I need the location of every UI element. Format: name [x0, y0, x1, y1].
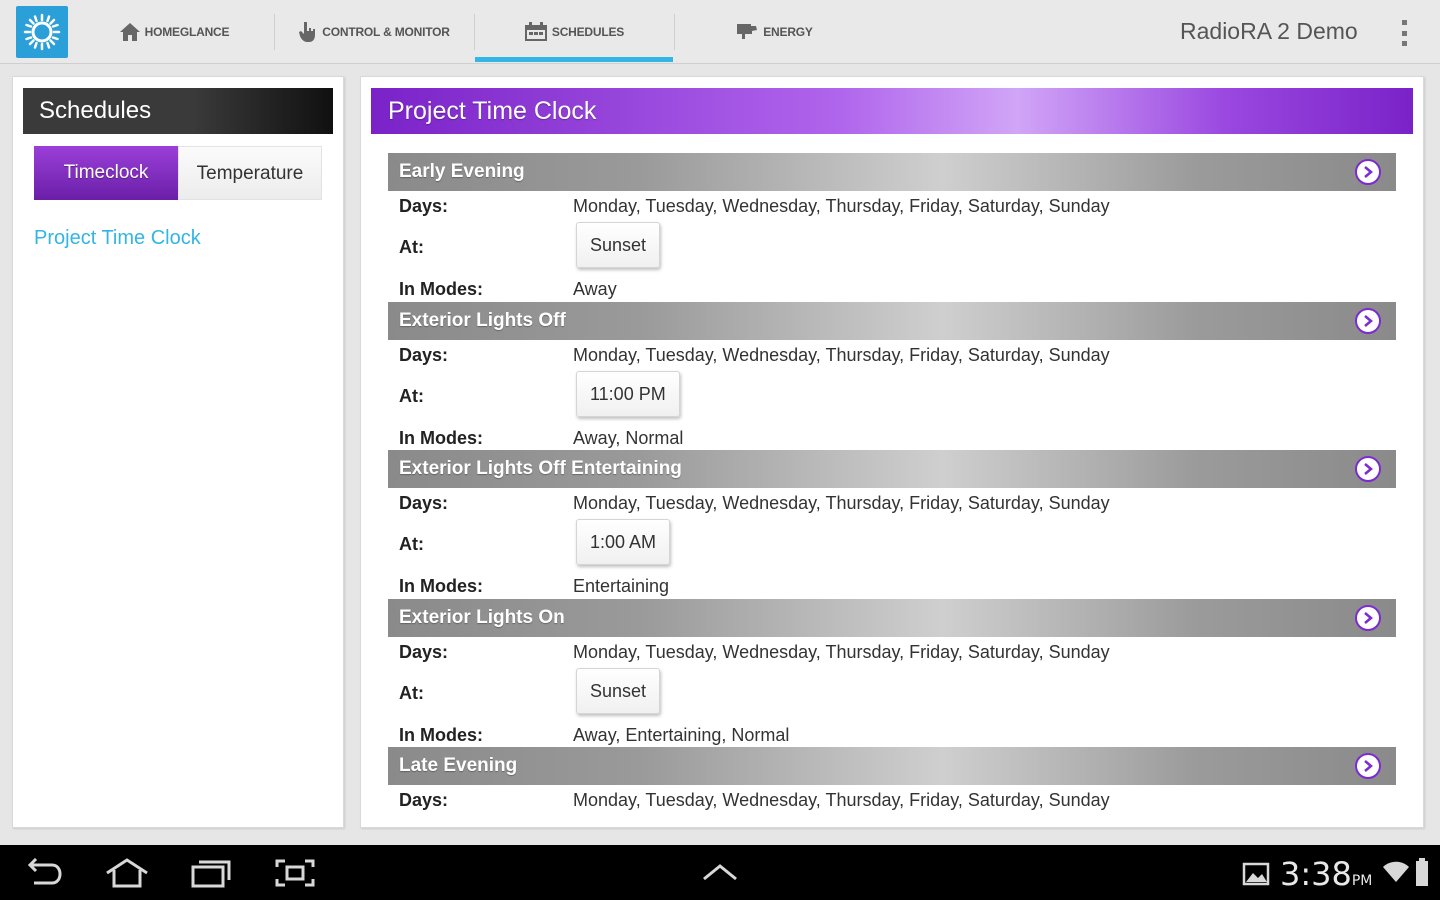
home-icon: [119, 23, 140, 41]
overflow-menu-icon[interactable]: [1398, 20, 1410, 46]
tab-control-monitor[interactable]: CONTROL & MONITOR: [276, 0, 472, 64]
schedule-event: Early Evening Days: Monday, Tuesday, Wed…: [388, 153, 1396, 302]
schedule-event: Late Evening Days: Monday, Tuesday, Wedn…: [388, 747, 1396, 827]
chevron-right-icon[interactable]: [1355, 604, 1381, 631]
back-icon[interactable]: [24, 857, 64, 893]
event-name: Late Evening: [399, 755, 518, 776]
recent-apps-icon[interactable]: [190, 858, 232, 893]
sun-logo-icon[interactable]: [16, 6, 68, 58]
tab-divider: [674, 14, 675, 50]
days-label: Days:: [399, 196, 449, 216]
days-value: Monday, Tuesday, Wednesday, Thursday, Fr…: [573, 196, 1110, 216]
event-header[interactable]: Exterior Lights On: [388, 598, 1396, 637]
up-chevron-icon[interactable]: [700, 861, 740, 888]
tab-label: CONTROL & MONITOR: [322, 25, 450, 39]
schedule-event: Exterior Lights Off Entertaining Days: M…: [388, 450, 1396, 599]
home-icon[interactable]: [104, 858, 150, 893]
tab-label: HOMEGLANCE: [144, 25, 230, 39]
event-header[interactable]: Early Evening: [388, 153, 1396, 191]
modes-value: Away, Entertaining, Normal: [573, 724, 790, 745]
days-value: Monday, Tuesday, Wednesday, Thursday, Fr…: [573, 641, 1110, 662]
wifi-icon: [1382, 860, 1410, 889]
sidebar-item-project-time-clock[interactable]: Project Time Clock: [34, 227, 201, 250]
event-name: Exterior Lights On: [399, 606, 565, 628]
page-title: Project Time Clock: [371, 88, 1413, 134]
at-label: At:: [399, 682, 424, 703]
schedule-event: Exterior Lights On Days: Monday, Tuesday…: [388, 598, 1396, 748]
event-time-button[interactable]: 11:00 PM: [576, 370, 680, 417]
chevron-right-icon[interactable]: [1355, 307, 1381, 334]
schedules-sidebar: Schedules Timeclock Temperature Project …: [12, 76, 344, 828]
calendar-icon: [524, 22, 547, 41]
clock-ampm: PM: [1351, 873, 1373, 889]
at-label: At:: [399, 534, 424, 554]
app-title: RadioRA 2 Demo: [1180, 18, 1358, 44]
at-label: At:: [399, 385, 424, 406]
tab-label: ENERGY: [763, 25, 813, 39]
modes-label: In Modes:: [399, 576, 483, 596]
sidebar-title: Schedules: [23, 88, 333, 134]
event-time-button[interactable]: Sunset: [576, 667, 661, 714]
tab-homeglance[interactable]: HOMEGLANCE: [96, 0, 252, 64]
days-label: Days:: [399, 344, 449, 365]
segment-timeclock[interactable]: Timeclock: [34, 146, 178, 200]
gallery-notification-icon: [1242, 862, 1270, 891]
event-header[interactable]: Exterior Lights Off: [388, 301, 1396, 340]
modes-value: Away: [573, 279, 617, 299]
event-name: Exterior Lights Off: [399, 309, 566, 331]
chevron-right-icon[interactable]: [1355, 159, 1381, 185]
tab-divider: [274, 14, 275, 50]
hand-pointer-icon: [299, 22, 316, 42]
days-value: Monday, Tuesday, Wednesday, Thursday, Fr…: [573, 344, 1110, 365]
event-time-button[interactable]: Sunset: [576, 222, 661, 268]
chevron-right-icon[interactable]: [1355, 456, 1381, 482]
modes-value: Entertaining: [573, 576, 670, 596]
status-clock: 3:38PM: [1280, 855, 1372, 893]
modes-label: In Modes:: [399, 427, 483, 448]
days-value: Monday, Tuesday, Wednesday, Thursday, Fr…: [573, 493, 1110, 513]
event-header[interactable]: Late Evening: [388, 747, 1396, 785]
tab-energy[interactable]: ENERGY: [676, 0, 872, 64]
system-navigation-bar: 3:38PM: [0, 845, 1440, 900]
modes-label: In Modes:: [399, 724, 483, 745]
screenshot-icon[interactable]: [274, 858, 316, 893]
days-label: Days:: [399, 493, 449, 513]
tab-label: SCHEDULES: [551, 25, 625, 39]
modes-value: Away, Normal: [573, 427, 684, 448]
chevron-right-icon[interactable]: [1355, 753, 1381, 779]
schedule-event: Exterior Lights Off Days: Monday, Tuesda…: [388, 301, 1396, 451]
days-label: Days:: [399, 790, 449, 810]
schedule-detail-panel: Project Time Clock Early Evening Days: M…: [360, 76, 1424, 828]
event-name: Exterior Lights Off Entertaining: [399, 458, 682, 479]
days-label: Days:: [399, 641, 449, 662]
action-bar: HOMEGLANCE CONTROL & MONITOR SCHEDULES E…: [0, 0, 1440, 64]
energy-icon: [737, 24, 758, 39]
event-time-button[interactable]: 1:00 AM: [576, 519, 671, 565]
modes-label: In Modes:: [399, 279, 483, 299]
schedule-list: Early Evening Days: Monday, Tuesday, Wed…: [388, 153, 1396, 827]
clock-time: 3:38: [1280, 855, 1352, 893]
event-name: Early Evening: [399, 161, 525, 182]
battery-icon: [1414, 858, 1430, 893]
days-value: Monday, Tuesday, Wednesday, Thursday, Fr…: [573, 790, 1110, 810]
tab-schedules[interactable]: SCHEDULES: [475, 0, 673, 64]
event-header[interactable]: Exterior Lights Off Entertaining: [388, 450, 1396, 488]
segment-temperature[interactable]: Temperature: [178, 146, 322, 200]
at-label: At:: [399, 237, 424, 257]
